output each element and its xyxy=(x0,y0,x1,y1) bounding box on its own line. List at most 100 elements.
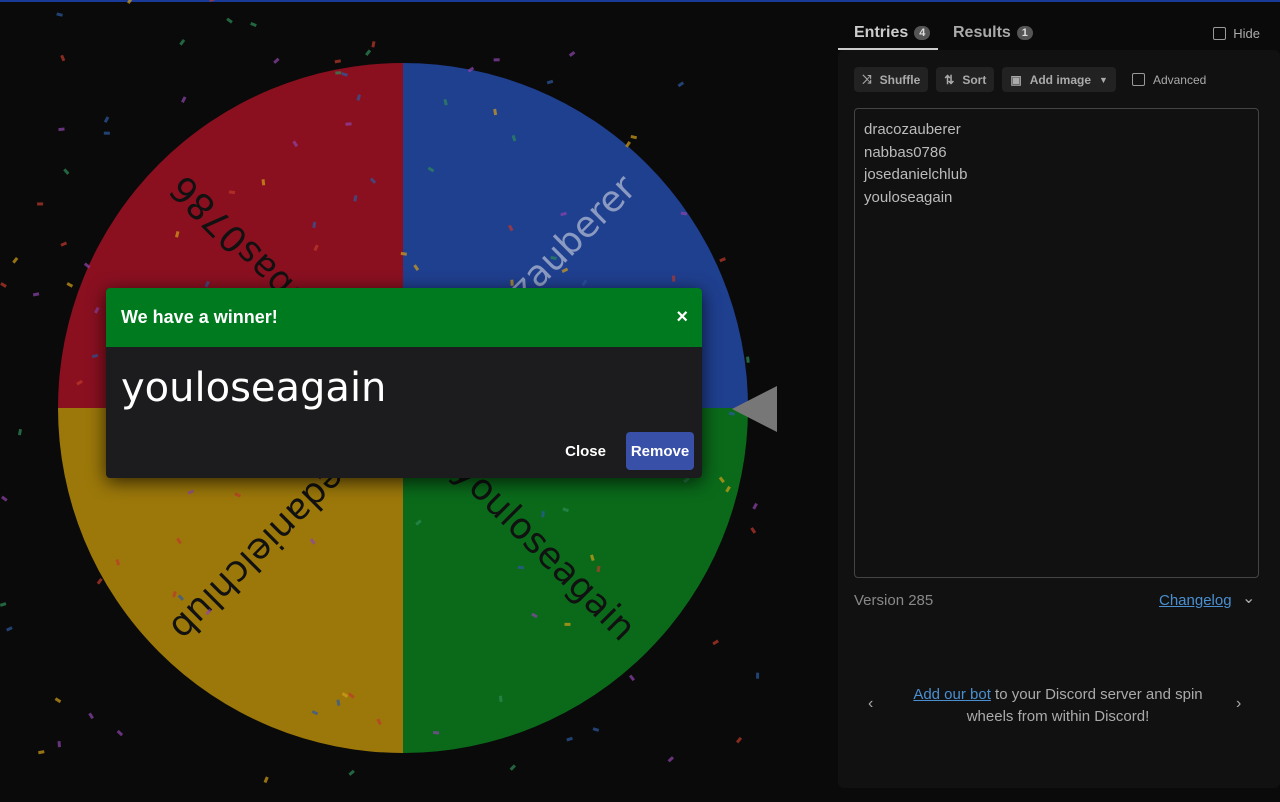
add-image-button[interactable]: ▣ Add image ▼ xyxy=(1002,67,1116,92)
checkbox-icon xyxy=(1131,73,1145,86)
confetti-piece xyxy=(719,257,726,263)
confetti-piece xyxy=(6,626,13,632)
changelog-link[interactable]: Changelog xyxy=(1159,592,1232,609)
confetti-piece xyxy=(181,96,187,103)
tab-results[interactable]: Results 1 xyxy=(953,24,1033,42)
advanced-label: Advanced xyxy=(1152,72,1207,87)
confetti-piece xyxy=(628,674,636,682)
confetti-piece xyxy=(348,769,355,776)
confetti-piece xyxy=(564,622,571,626)
close-button[interactable]: Close xyxy=(559,432,612,470)
chevron-down-icon[interactable]: ⌄ xyxy=(1242,588,1255,608)
confetti-piece xyxy=(209,0,216,2)
confetti-piece xyxy=(752,502,758,510)
confetti-piece xyxy=(12,257,19,264)
tab-label: Entries xyxy=(854,24,909,41)
confetti-piece xyxy=(58,127,65,132)
promo-text: to your Discord server and spin wheels f… xyxy=(966,686,1203,725)
confetti-piece xyxy=(127,0,133,5)
confetti-piece xyxy=(38,750,45,755)
add-image-label: Add image xyxy=(1029,72,1092,87)
caret-down-icon: ▼ xyxy=(1099,74,1108,85)
shuffle-label: Shuffle xyxy=(879,72,921,87)
discord-promo: Add our bot to your Discord server and s… xyxy=(898,684,1218,728)
confetti-piece xyxy=(334,59,342,64)
confetti-piece xyxy=(592,727,600,732)
confetti-piece xyxy=(677,81,685,88)
confetti-piece xyxy=(17,428,23,436)
hide-checkbox[interactable]: Hide xyxy=(1213,26,1260,41)
confetti-piece xyxy=(273,57,280,64)
sort-label: Sort xyxy=(962,72,987,87)
confetti-piece xyxy=(54,697,62,704)
confetti-piece xyxy=(750,527,757,534)
sidebar: Entries 4 Results 1 Hide ⤨ Shuffle ⇅ Sort ▣ A… xyxy=(838,0,1280,802)
version-text: Version 285 xyxy=(854,592,934,609)
confetti-piece xyxy=(57,740,61,748)
confetti-piece xyxy=(179,38,186,46)
confetti-piece xyxy=(566,736,573,742)
confetti-piece xyxy=(365,49,372,57)
wheel-pointer-icon xyxy=(732,386,777,432)
confetti-piece xyxy=(37,202,44,206)
confetti-piece xyxy=(712,639,719,646)
entry-line: dracozauberer xyxy=(864,121,961,138)
advanced-checkbox[interactable]: Advanced xyxy=(1131,72,1207,87)
winner-dialog: We have a winner! × youloseagain Close Re… xyxy=(106,288,702,478)
close-icon[interactable]: × xyxy=(676,306,688,329)
confetti-piece xyxy=(116,729,124,737)
checkbox-icon xyxy=(1213,27,1227,40)
confetti-piece xyxy=(60,241,68,247)
confetti-piece xyxy=(60,54,66,62)
confetti-piece xyxy=(96,577,103,585)
confetti-piece xyxy=(103,116,110,123)
confetti-piece xyxy=(667,756,675,763)
confetti-piece xyxy=(103,131,110,135)
confetti-piece xyxy=(546,79,554,85)
confetti-piece xyxy=(756,672,760,679)
confetti-piece xyxy=(493,58,500,62)
remove-button[interactable]: Remove xyxy=(626,432,694,470)
confetti-piece xyxy=(263,776,269,784)
confetti-piece xyxy=(735,736,743,744)
confetti-piece xyxy=(63,168,70,175)
confetti-piece xyxy=(0,602,7,607)
confetti-piece xyxy=(746,356,750,363)
confetti-piece xyxy=(1,495,8,502)
sort-button[interactable]: ⇅ Sort xyxy=(936,67,995,92)
confetti-piece xyxy=(510,279,514,286)
chevron-left-icon[interactable]: ‹ xyxy=(868,695,873,713)
winner-name: youloseagain xyxy=(121,365,387,411)
tab-label: Results xyxy=(953,24,1011,41)
confetti-piece xyxy=(568,50,576,57)
confetti-piece xyxy=(32,292,40,297)
entry-line: nabbas0786 xyxy=(864,143,947,161)
confetti-piece xyxy=(250,22,257,28)
entries-count-badge: 4 xyxy=(914,26,931,40)
results-count-badge: 1 xyxy=(1016,26,1033,40)
image-icon: ▣ xyxy=(1010,72,1022,87)
shuffle-button[interactable]: ⤨ Shuffle xyxy=(854,67,929,92)
entries-panel: ⤨ Shuffle ⇅ Sort ▣ Add image ▼ Advanced drac… xyxy=(838,50,1280,788)
confetti-piece xyxy=(509,764,516,771)
confetti-piece xyxy=(88,712,94,720)
sort-icon: ⇅ xyxy=(944,72,955,87)
entry-line: youloseagain xyxy=(864,188,953,206)
confetti-piece xyxy=(226,17,233,24)
confetti-piece xyxy=(672,275,676,282)
shuffle-icon: ⤨ xyxy=(862,72,872,86)
confetti-piece xyxy=(371,41,376,48)
add-bot-link[interactable]: Add our bot xyxy=(913,686,991,703)
confetti-piece xyxy=(345,122,352,126)
confetti-piece xyxy=(517,565,524,570)
confetti-piece xyxy=(66,282,74,288)
entry-line: josedanielchlub xyxy=(864,166,968,183)
entries-textarea[interactable]: dracozauberer nabbas0786 josedanielchlub… xyxy=(854,108,1259,578)
dialog-title: We have a winner! xyxy=(121,307,278,327)
confetti-piece xyxy=(630,134,638,140)
confetti-piece xyxy=(56,12,63,17)
chevron-right-icon[interactable]: › xyxy=(1236,695,1241,713)
confetti-piece xyxy=(335,71,342,75)
hide-label: Hide xyxy=(1233,26,1260,41)
tab-entries[interactable]: Entries 4 xyxy=(854,24,931,42)
